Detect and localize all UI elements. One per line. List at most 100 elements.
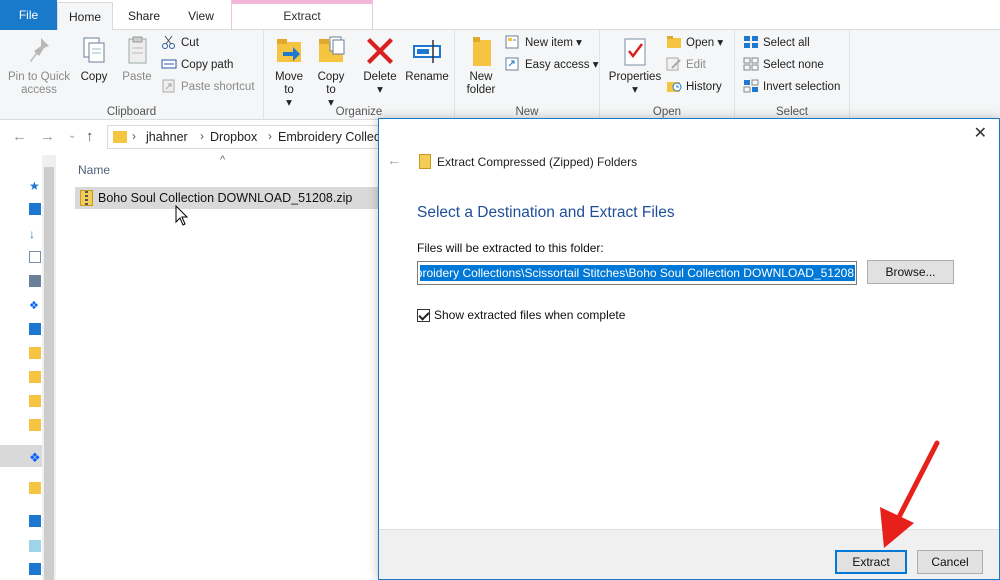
- browse-button[interactable]: Browse...: [867, 260, 954, 284]
- this-pc-icon[interactable]: [29, 323, 41, 335]
- paste-icon: [121, 34, 153, 68]
- properties-icon: [619, 34, 651, 68]
- copy-button[interactable]: Copy: [76, 34, 112, 84]
- properties-button[interactable]: Properties ▾: [606, 34, 664, 97]
- ribbon-tab-bar: File Home Share View Extract: [0, 0, 1000, 31]
- column-header-name[interactable]: Name: [78, 163, 110, 177]
- invert-selection-label: Invert selection: [763, 81, 841, 93]
- extract-button[interactable]: Extract: [835, 550, 907, 574]
- folder-icon[interactable]: [29, 347, 41, 359]
- folder-icon[interactable]: [29, 371, 41, 383]
- folder-icon[interactable]: [29, 419, 41, 431]
- tab-file[interactable]: File: [0, 0, 57, 30]
- copy-icon: [78, 34, 110, 68]
- back-arrow-icon[interactable]: ←: [387, 152, 401, 168]
- invert-selection-button[interactable]: Invert selection: [743, 77, 840, 97]
- invert-selection-icon: [743, 79, 759, 93]
- edit-label: Edit: [686, 59, 706, 71]
- file-name: Boho Soul Collection DOWNLOAD_51208.zip: [98, 191, 353, 205]
- paste-button[interactable]: Paste: [117, 34, 157, 84]
- destination-path-text: broidery Collections\Scissortail Stitche…: [420, 266, 854, 280]
- folder-icon[interactable]: [29, 482, 41, 494]
- file-row[interactable]: Boho Soul Collection DOWNLOAD_51208.zip: [75, 187, 380, 209]
- file-list: Name ^ Boho Soul Collection DOWNLOAD_512…: [60, 154, 380, 580]
- address-bar[interactable]: › jhahner › Dropbox › Embroidery Collect: [107, 125, 384, 149]
- history-button[interactable]: History: [666, 77, 722, 97]
- network-icon[interactable]: [29, 540, 41, 552]
- group-label-clipboard: Clipboard: [106, 106, 157, 118]
- dialog-footer: Extract Cancel: [379, 529, 999, 579]
- group-select: Select all Select none Invert selection …: [735, 30, 850, 120]
- tab-share[interactable]: Share: [115, 2, 173, 30]
- chevron-down-icon: ▾: [576, 37, 582, 49]
- copy-to-label: Copy to: [317, 71, 345, 96]
- drive-icon[interactable]: [29, 563, 41, 575]
- edit-button[interactable]: Edit: [666, 55, 706, 75]
- select-all-button[interactable]: Select all: [743, 33, 810, 53]
- group-label-new: New: [515, 106, 539, 118]
- scissors-icon: [161, 35, 177, 49]
- desktop-icon[interactable]: [29, 203, 41, 215]
- scrollbar-thumb[interactable]: [44, 167, 54, 580]
- cut-label: Cut: [181, 37, 199, 49]
- dropbox-icon[interactable]: ❖: [29, 450, 41, 466]
- easy-access-button[interactable]: Easy access ▾: [505, 55, 599, 75]
- new-item-button[interactable]: New item ▾: [505, 33, 582, 53]
- cancel-button[interactable]: Cancel: [917, 550, 983, 574]
- folder-icon: [113, 131, 127, 143]
- downloads-icon[interactable]: ↓: [29, 227, 35, 241]
- close-icon[interactable]: ✕: [974, 123, 987, 143]
- recent-locations-chevron-icon[interactable]: ⌄: [68, 130, 76, 141]
- group-label-open: Open: [652, 106, 682, 118]
- pin-quick-access-button[interactable]: Pin to Quick access: [4, 34, 74, 97]
- show-files-checkbox[interactable]: [417, 309, 430, 322]
- paste-shortcut-button[interactable]: Paste shortcut: [161, 77, 255, 97]
- open-button[interactable]: Open ▾: [666, 33, 723, 53]
- chevron-down-icon: ▾: [632, 84, 638, 96]
- copy-path-button[interactable]: Copy path: [161, 55, 233, 75]
- copy-to-button[interactable]: Copy to ▾: [314, 34, 348, 110]
- documents-icon[interactable]: [29, 251, 41, 263]
- explorer-window: File Home Share View Extract Pin to Quic…: [0, 0, 1000, 580]
- select-none-icon: [743, 57, 759, 71]
- up-arrow-icon[interactable]: ↑: [86, 128, 94, 145]
- breadcrumb-separator-icon: ›: [268, 129, 272, 143]
- navigation-scrollbar[interactable]: [42, 155, 56, 580]
- delete-button[interactable]: Delete ▾: [362, 34, 398, 97]
- easy-access-icon: [505, 57, 521, 71]
- chevron-down-icon: ▾: [592, 59, 599, 71]
- move-to-button[interactable]: Move to ▾: [272, 34, 306, 110]
- tab-view[interactable]: View: [175, 2, 227, 30]
- new-folder-button[interactable]: New folder: [461, 34, 501, 97]
- tab-extract-context[interactable]: Extract: [231, 0, 373, 30]
- select-none-button[interactable]: Select none: [743, 55, 824, 75]
- pictures-icon[interactable]: [29, 275, 41, 287]
- this-pc-icon[interactable]: [29, 515, 41, 527]
- quick-access-star-icon[interactable]: ★: [29, 179, 40, 193]
- new-folder-label: New folder: [466, 71, 496, 96]
- tab-home[interactable]: Home: [57, 2, 113, 31]
- tab-extract[interactable]: Extract: [232, 5, 372, 27]
- edit-icon: [666, 57, 682, 71]
- address-row: ← → ⌄ ↑ › jhahner › Dropbox › Embroidery…: [0, 122, 384, 152]
- extract-dialog: ✕ ← Extract Compressed (Zipped) Folders …: [378, 118, 1000, 580]
- history-label: History: [686, 81, 722, 93]
- show-files-label: Show extracted files when complete: [434, 308, 626, 322]
- breadcrumb-dropbox[interactable]: Dropbox: [210, 130, 257, 144]
- destination-path-input[interactable]: broidery Collections\Scissortail Stitche…: [417, 261, 857, 285]
- rename-button[interactable]: Rename: [404, 34, 450, 84]
- sort-caret-icon: ^: [220, 154, 226, 166]
- forward-arrow-icon[interactable]: →: [40, 128, 55, 145]
- breadcrumb-embroidery[interactable]: Embroidery Collect: [278, 130, 384, 144]
- dialog-heading: Select a Destination and Extract Files: [417, 204, 675, 221]
- cut-button[interactable]: Cut: [161, 33, 199, 53]
- destination-path-value: broidery Collections\Scissortail Stitche…: [420, 265, 855, 281]
- breadcrumb-jhahner[interactable]: jhahner: [146, 130, 188, 144]
- dropbox-icon[interactable]: ❖: [29, 299, 39, 312]
- select-all-label: Select all: [763, 37, 810, 49]
- group-label-select: Select: [776, 106, 808, 118]
- back-arrow-icon[interactable]: ←: [12, 128, 27, 145]
- copy-path-label: Copy path: [181, 59, 234, 71]
- context-tab-strip: [232, 0, 372, 4]
- folder-icon[interactable]: [29, 395, 41, 407]
